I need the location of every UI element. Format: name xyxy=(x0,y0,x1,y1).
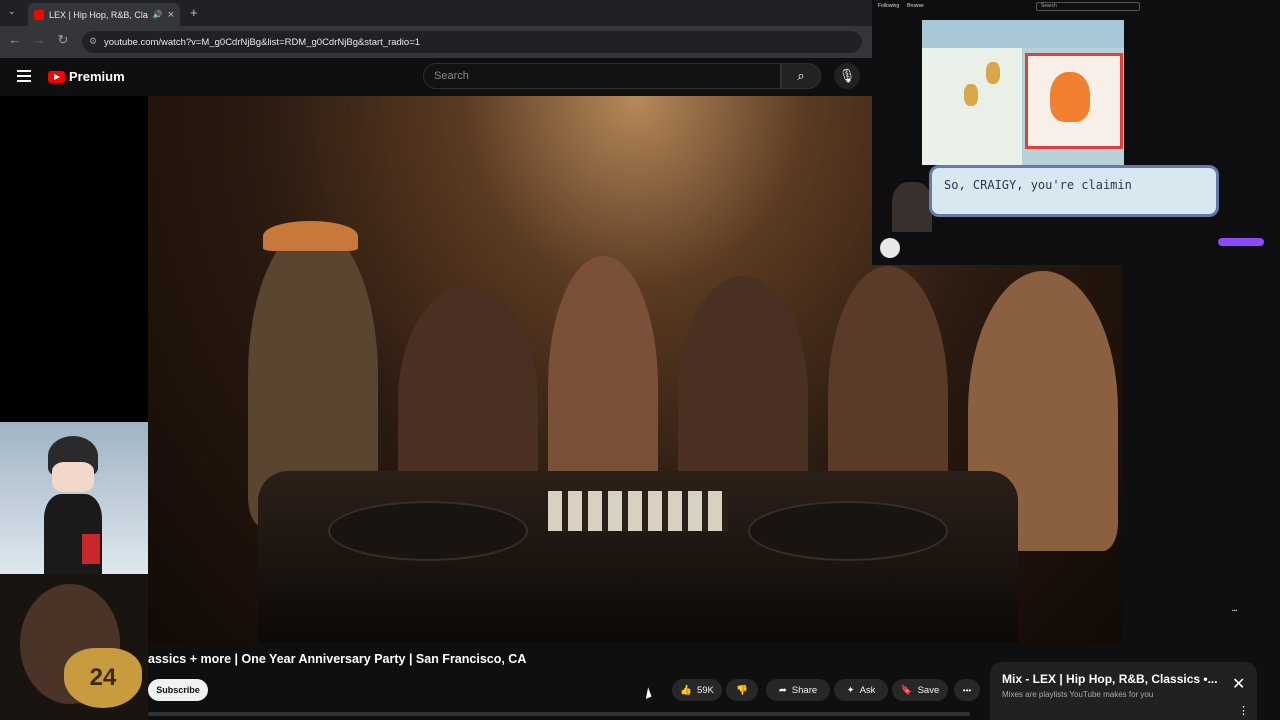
youtube-play-icon xyxy=(48,70,65,83)
thumbs-down-icon: 👎 xyxy=(736,684,748,696)
close-icon[interactable]: ✕ xyxy=(1232,674,1245,694)
share-button[interactable]: ➦ Share xyxy=(766,679,830,701)
back-icon[interactable]: ← xyxy=(6,32,24,47)
stream-search-input[interactable]: Search xyxy=(1036,2,1140,11)
url-text: youtube.com/watch?v=M_g0CdrNjBg&list=RDM… xyxy=(104,37,421,48)
mix-subtitle: Mixes are playlists YouTube makes for yo… xyxy=(1002,690,1154,699)
search-input[interactable]: Search xyxy=(423,63,781,89)
menu-icon[interactable] xyxy=(17,70,31,82)
game-dialog: So, CRAIGY, you're claimin xyxy=(929,165,1219,217)
save-label: Save xyxy=(917,684,940,696)
like-button[interactable]: 👍 59K xyxy=(672,679,722,701)
dislike-button[interactable]: 👎 xyxy=(726,679,758,701)
stream-nav-following[interactable]: Following xyxy=(878,3,899,9)
tab-list-icon[interactable]: ⌄ xyxy=(8,6,16,17)
tab-title: LEX | Hip Hop, R&B, Classic xyxy=(49,9,148,20)
microphone-icon[interactable]: 🎙 xyxy=(834,63,860,89)
search-button[interactable]: ⌕ xyxy=(781,63,821,89)
thumbs-up-icon: 👍 xyxy=(680,684,692,696)
share-label: Share xyxy=(791,684,818,696)
ask-button[interactable]: ✦ Ask xyxy=(834,679,888,701)
stream-nav-browse[interactable]: Browse xyxy=(907,3,924,9)
video-title: assics + more | One Year Anniversary Par… xyxy=(148,652,527,666)
tab-close-icon[interactable]: × xyxy=(168,9,174,21)
stream-nav: Following Browse xyxy=(878,3,924,9)
youtube-logo[interactable]: Premium xyxy=(48,69,125,84)
browser-tab[interactable]: LEX | Hip Hop, R&B, Classic 🔊 × xyxy=(28,3,180,26)
mix-playlist-panel[interactable]: Mix - LEX | Hip Hop, R&B, Classics •... … xyxy=(990,662,1257,720)
stream-info-bar xyxy=(880,238,1280,262)
cap xyxy=(263,221,358,251)
jersey-badge: 24 xyxy=(64,648,142,708)
more-actions-button[interactable]: ••• xyxy=(954,679,980,701)
mouse-cursor-icon xyxy=(642,687,652,699)
like-count: 59K xyxy=(696,684,714,696)
new-tab-icon[interactable]: + xyxy=(190,5,198,20)
charmander-sprite xyxy=(1050,72,1090,122)
save-button[interactable]: 🔖 Save xyxy=(892,679,948,701)
subscribe-button[interactable]: Subscribe xyxy=(148,679,208,701)
youtube-favicon-icon xyxy=(34,9,44,20)
search-icon: ⌕ xyxy=(797,68,805,83)
sparkle-icon: ✦ xyxy=(846,684,855,696)
dj-booth xyxy=(258,471,1018,643)
bookmark-icon: 🔖 xyxy=(900,684,913,696)
url-field[interactable]: ⚙ youtube.com/watch?v=M_g0CdrNjBg&list=R… xyxy=(82,31,862,53)
ask-label: Ask xyxy=(859,684,876,696)
audio-icon[interactable]: 🔊 xyxy=(153,10,163,19)
game-floor xyxy=(922,48,1022,165)
left-black-area xyxy=(0,96,148,422)
logo-text: Premium xyxy=(69,69,125,84)
browser-tab-bar: ⌄ LEX | Hip Hop, R&B, Classic 🔊 × + xyxy=(0,0,872,26)
site-info-icon[interactable]: ⚙ xyxy=(89,36,97,47)
mix-title: Mix - LEX | Hip Hop, R&B, Classics •... xyxy=(1002,672,1218,686)
scrollbar[interactable] xyxy=(148,712,970,716)
reload-icon[interactable]: ↻ xyxy=(54,32,72,48)
vtuber-avatar xyxy=(0,422,148,574)
streamer-cam xyxy=(892,182,932,232)
more-vert-icon[interactable]: ⋮ xyxy=(1238,704,1249,717)
video-watermark: ▪▪▪ xyxy=(1232,608,1238,614)
game-shelf xyxy=(922,20,1124,48)
share-icon: ➦ xyxy=(778,684,787,696)
forward-icon[interactable]: → xyxy=(30,32,48,47)
